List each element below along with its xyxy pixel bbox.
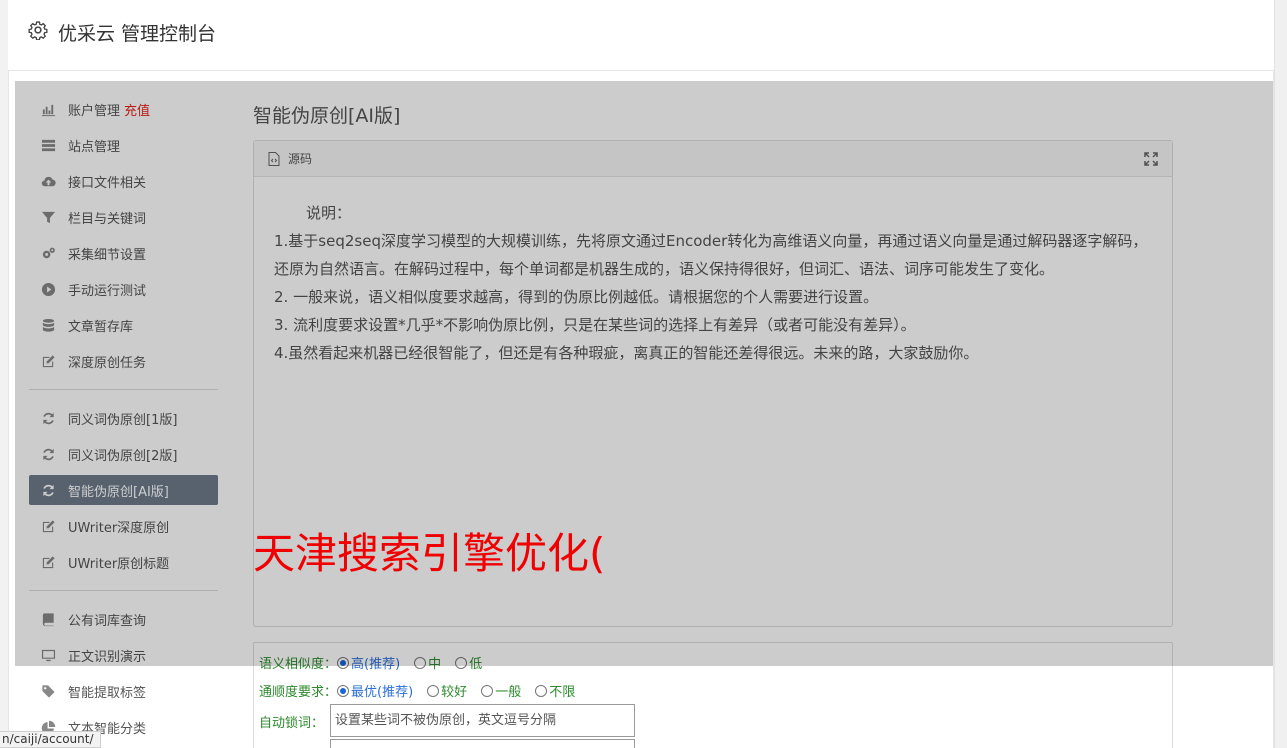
page-title: 智能伪原创[AI版] [253, 105, 401, 127]
description-heading: 说明： [306, 204, 352, 222]
fluency-normal-radio[interactable]: 一般 [481, 681, 521, 700]
gears-icon [39, 245, 57, 261]
sidebar-item-label: 接口文件相关 [68, 175, 147, 191]
similarity-medium-radio[interactable]: 中 [414, 653, 441, 672]
description-line: 3. 流利度要求设置*几乎*不影响伪原比例，只是在某些词的选择上有差异（或者可能… [274, 316, 916, 334]
sidebar-item-label: 采集细节设置 [68, 247, 147, 263]
sidebar-item-public-lexicon[interactable]: 公有词库查询 [29, 604, 218, 634]
play-icon [39, 281, 57, 297]
sidebar-item-collection-settings[interactable]: 采集细节设置 [29, 238, 218, 268]
top-header: 优采云 管理控制台 [8, 0, 1274, 71]
gear-icon [28, 21, 48, 40]
sidebar-item-sites[interactable]: 站点管理 [29, 130, 218, 160]
sidebar-item-label: 公有词库查询 [68, 613, 147, 629]
sidebar-item-label: UWriter原创标题 [68, 556, 170, 572]
filter-icon [39, 209, 57, 225]
sidebar-item-label: 账户管理 [68, 103, 121, 119]
similarity-high-radio[interactable]: 高(推荐) [337, 653, 400, 672]
sidebar-item-label: UWriter深度原创 [68, 520, 170, 536]
similarity-low-radio[interactable]: 低 [455, 653, 482, 672]
tag-icon [39, 683, 57, 699]
database-icon [39, 317, 57, 333]
sidebar-item-uwriter-title[interactable]: UWriter原创标题 [29, 547, 218, 577]
fluency-best-radio[interactable]: 最优(推荐) [337, 681, 413, 700]
fluency-good-radio[interactable]: 较好 [427, 681, 467, 700]
watermark-text: 天津搜索引擎优化( [253, 529, 606, 578]
sidebar-item-label: 正文识别演示 [68, 649, 147, 665]
sidebar-item-label: 栏目与关键词 [68, 211, 147, 227]
lock-row: 自动锁词： [259, 712, 324, 731]
sidebar-item-label: 智能伪原创[AI版] [68, 484, 169, 500]
similarity-label: 语义相似度： [259, 657, 338, 672]
sidebar-item-label: 文章暂存库 [68, 319, 134, 335]
sidebar-divider [29, 389, 218, 390]
refresh-icon [39, 410, 57, 426]
sidebar-item-synonym-v2[interactable]: 同义词伪原创[2版] [29, 439, 218, 469]
fluency-any-radio[interactable]: 不限 [535, 681, 575, 700]
sidebar-item-account[interactable]: 账户管理 充值 [29, 94, 218, 124]
sidebar-item-interface-files[interactable]: 接口文件相关 [29, 166, 218, 196]
book-icon [39, 611, 57, 627]
bar-chart-icon [39, 101, 57, 117]
refresh-icon [39, 446, 57, 462]
fluency-label: 通顺度要求： [259, 685, 338, 700]
source-content[interactable]: 说明： 1.基于seq2seq深度学习模型的大规模训练，先将原文通过Encode… [254, 177, 1172, 367]
sidebar-item-deep-original-task[interactable]: 深度原创任务 [29, 346, 218, 376]
description-line: 1.基于seq2seq深度学习模型的大规模训练，先将原文通过Encoder转化为… [274, 232, 1148, 278]
status-bar-url: n/caiji/account/ [0, 731, 101, 748]
sidebar-item-article-storage[interactable]: 文章暂存库 [29, 310, 218, 340]
sidebar-item-synonym-v1[interactable]: 同义词伪原创[1版] [29, 403, 218, 433]
recharge-link[interactable]: 充值 [124, 100, 150, 119]
sidebar-item-label: 同义词伪原创[1版] [68, 412, 178, 428]
similarity-row: 语义相似度： 高(推荐) 中 低 [259, 653, 496, 672]
sidebar-item-manual-test[interactable]: 手动运行测试 [29, 274, 218, 304]
sidebar-divider [29, 590, 218, 591]
source-label[interactable]: 源码 [288, 150, 312, 167]
description-line: 2. 一般来说，语义相似度要求越高，得到的伪原比例越低。请根据您的个人需要进行设… [274, 288, 879, 306]
lock-words-input[interactable] [330, 704, 635, 737]
cloud-upload-icon [39, 173, 57, 189]
description-line: 4.虽然看起来机器已经很智能了，但还是有各种瑕疵，离真正的智能还差得很远。未来的… [274, 344, 979, 362]
sidebar-item-label: 智能提取标签 [68, 685, 147, 701]
lock-words-label: 自动锁词： [259, 716, 325, 731]
sidebar-item-label: 同义词伪原创[2版] [68, 448, 178, 464]
fluency-row: 通顺度要求： 最优(推荐) 较好 一般 不限 [259, 681, 589, 700]
sidebar-item-label: 深度原创任务 [68, 355, 147, 371]
refresh-icon [39, 482, 57, 498]
secondary-input[interactable] [330, 739, 635, 748]
options-panel: 语义相似度： 高(推荐) 中 低 通顺度要求： 最优(推荐) 较好 一般 不限 … [253, 642, 1173, 748]
fullscreen-icon[interactable] [1144, 152, 1158, 166]
edit-icon [39, 353, 57, 369]
edit-icon [39, 554, 57, 570]
page-header-title: 优采云 管理控制台 [58, 23, 217, 45]
vertical-scrollbar[interactable] [1274, 0, 1287, 748]
sidebar-item-tag-extraction[interactable]: 智能提取标签 [29, 676, 218, 706]
sidebar-item-ai-rewrite[interactable]: 智能伪原创[AI版] [29, 475, 218, 505]
code-file-icon [268, 151, 280, 166]
sidebar-item-columns-keywords[interactable]: 栏目与关键词 [29, 202, 218, 232]
sidebar-item-label: 手动运行测试 [68, 283, 147, 299]
sidebar-item-uwriter-deep[interactable]: UWriter深度原创 [29, 511, 218, 541]
edit-icon [39, 518, 57, 534]
sidebar-item-text-recognition[interactable]: 正文识别演示 [29, 640, 218, 670]
sidebar-item-label: 站点管理 [68, 139, 121, 155]
server-icon [39, 137, 57, 153]
monitor-icon [39, 647, 57, 663]
source-toolbar: 源码 [254, 141, 1172, 177]
